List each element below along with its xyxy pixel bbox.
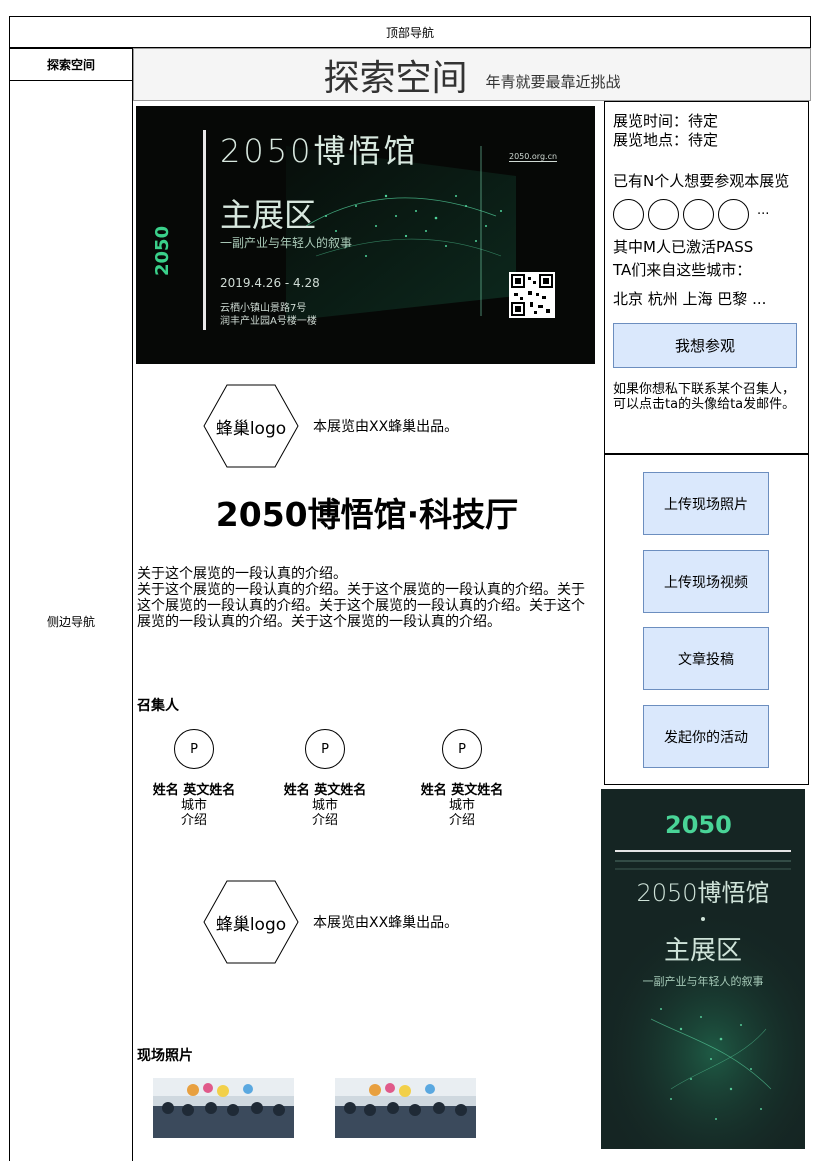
visitor-avatars: ··· bbox=[613, 199, 800, 230]
page-title: 探索空间 bbox=[323, 57, 468, 99]
exhibit-intro-first: 关于这个展览的一段认真的介绍。 bbox=[137, 566, 347, 582]
organizer-name: 姓名 英文姓名 bbox=[283, 783, 367, 798]
organizer-city: 城市 bbox=[180, 798, 207, 813]
poster-address-line2: 润丰产业园A号楼一楼 bbox=[220, 316, 317, 327]
poster-bar bbox=[203, 130, 206, 330]
cities-label: TA们来自这些城市： bbox=[613, 261, 752, 279]
page-header: 探索空间 年青就要最靠近挑战 bbox=[133, 48, 811, 101]
visitor-avatar[interactable] bbox=[683, 199, 714, 230]
organizers-label: 召集人 bbox=[137, 698, 179, 714]
photos-label: 现场照片 bbox=[137, 1048, 193, 1064]
organizer-intro: 介绍 bbox=[311, 813, 338, 828]
upload-photo-button[interactable]: 上传现场照片 bbox=[643, 472, 769, 535]
organizer-avatar[interactable]: P bbox=[305, 729, 345, 769]
exhibit-time: 展览时间：待定 bbox=[613, 112, 719, 130]
page-slogan: 年青就要最靠近挑战 bbox=[485, 73, 621, 91]
activated-count: 其中M人已激活PASS bbox=[613, 238, 754, 256]
poster-url: 2050.org.cn bbox=[509, 152, 558, 162]
organizer-avatar[interactable]: P bbox=[174, 729, 214, 769]
want-count: 已有N个人想要参观本展览 bbox=[613, 172, 790, 190]
organizer-avatar-letter: P bbox=[321, 741, 329, 757]
exhibit-poster: 2050 2050博悟馆 主展区 一副产业与年轻人的叙事 2019.4.26 -… bbox=[136, 106, 595, 364]
side-poster-title: 2050博悟馆 bbox=[636, 879, 769, 907]
actions-panel: 上传现场照片 上传现场视频 文章投稿 发起你的活动 bbox=[604, 454, 809, 785]
poster-address-line1: 云栖小镇山景路7号 bbox=[220, 303, 307, 314]
scene-photo[interactable] bbox=[335, 1078, 476, 1138]
sidebar-title-label: 探索空间 bbox=[46, 58, 95, 72]
side-poster: 2050 2050博悟馆 主展区 一副产业与年轻人的叙事 bbox=[601, 789, 805, 1149]
organizer-intro: 介绍 bbox=[180, 813, 207, 828]
hive-logo[interactable]: 蜂巢logo bbox=[203, 384, 299, 468]
organizer-city: 城市 bbox=[448, 798, 475, 813]
hive-logo-label: 蜂巢logo bbox=[215, 914, 287, 935]
qr-code-icon bbox=[509, 272, 555, 318]
poster-date: 2019.4.26 - 4.28 bbox=[220, 276, 320, 290]
start-event-button[interactable]: 发起你的活动 bbox=[643, 705, 769, 768]
contact-hint: 如果你想私下联系某个召集人，可以点击ta的头像给ta发邮件。 bbox=[613, 382, 796, 412]
side-poster-subtitle: 一副产业与年轻人的叙事 bbox=[643, 974, 764, 988]
organizer-card[interactable]: P 姓名 英文姓名 城市 介绍 bbox=[407, 729, 517, 828]
exhibit-place: 展览地点：待定 bbox=[613, 131, 719, 149]
organizer-intro: 介绍 bbox=[448, 813, 475, 828]
upload-video-button[interactable]: 上传现场视频 bbox=[643, 550, 769, 613]
hive-logo[interactable]: 蜂巢logo bbox=[203, 880, 299, 964]
exhibit-title: 2050博悟馆·科技厅 bbox=[215, 495, 519, 534]
sidebar-navigation[interactable]: 侧边导航 bbox=[9, 81, 133, 1161]
sidebar-title[interactable]: 探索空间 bbox=[9, 48, 133, 81]
exhibit-info-panel: 展览时间：待定 展览地点：待定 已有N个人想要参观本展览 ··· 其中M人已激活… bbox=[604, 101, 809, 454]
organizer-avatar-letter: P bbox=[190, 741, 198, 757]
city-list: 北京 杭州 上海 巴黎 ... bbox=[613, 290, 767, 308]
top-nav-label: 顶部导航 bbox=[385, 25, 434, 40]
poster-side-brand: 2050 bbox=[150, 188, 176, 278]
poster-side-brand-text: 2050 bbox=[152, 226, 173, 276]
organizer-name: 姓名 英文姓名 bbox=[420, 783, 504, 798]
scene-photo-image bbox=[335, 1078, 476, 1138]
exhibit-intro-rest: 关于这个展览的一段认真的介绍。关于这个展览的一段认真的介绍。关于这个展览的一段认… bbox=[137, 582, 585, 630]
submit-article-button[interactable]: 文章投稿 bbox=[643, 627, 769, 690]
organizer-card[interactable]: P 姓名 英文姓名 城市 介绍 bbox=[270, 729, 380, 828]
side-poster-main: 主展区 bbox=[664, 936, 742, 966]
exhibit-intro: 关于这个展览的一段认真的介绍。 关于这个展览的一段认真的介绍。关于这个展览的一段… bbox=[137, 566, 597, 630]
hive-logo-label: 蜂巢logo bbox=[215, 418, 287, 439]
sidebar-label: 侧边导航 bbox=[46, 614, 95, 629]
producer-note: 本展览由XX蜂巢出品。 bbox=[313, 915, 459, 931]
side-poster-brand: 2050 bbox=[665, 811, 732, 839]
visitor-avatar[interactable] bbox=[648, 199, 679, 230]
poster-address: 云栖小镇山景路7号 润丰产业园A号楼一楼 bbox=[220, 302, 317, 328]
scene-photo-image bbox=[153, 1078, 294, 1138]
poster-title: 2050博悟馆 bbox=[220, 132, 419, 170]
producer-row: 蜂巢logo 本展览由XX蜂巢出品。 bbox=[203, 880, 458, 964]
want-to-visit-button[interactable]: 我想参观 bbox=[613, 323, 797, 368]
organizer-avatar-letter: P bbox=[458, 741, 466, 757]
producer-note: 本展览由XX蜂巢出品。 bbox=[313, 419, 459, 435]
side-poster-graphic: 2050 2050博悟馆 主展区 一副产业与年轻人的叙事 bbox=[601, 789, 805, 1149]
top-navigation[interactable]: 顶部导航 bbox=[9, 16, 811, 48]
poster-main: 主展区 bbox=[220, 196, 317, 234]
organizer-name: 姓名 英文姓名 bbox=[152, 783, 236, 798]
scene-photo[interactable] bbox=[153, 1078, 294, 1138]
visitor-avatar[interactable] bbox=[718, 199, 749, 230]
producer-row: 蜂巢logo 本展览由XX蜂巢出品。 bbox=[203, 384, 458, 468]
organizer-city: 城市 bbox=[311, 798, 338, 813]
visitor-avatar[interactable] bbox=[613, 199, 644, 230]
poster-subtitle: 一副产业与年轻人的叙事 bbox=[220, 236, 353, 250]
organizer-avatar[interactable]: P bbox=[442, 729, 482, 769]
organizer-card[interactable]: P 姓名 英文姓名 城市 介绍 bbox=[139, 729, 249, 828]
more-visitors[interactable]: ··· bbox=[757, 207, 769, 222]
